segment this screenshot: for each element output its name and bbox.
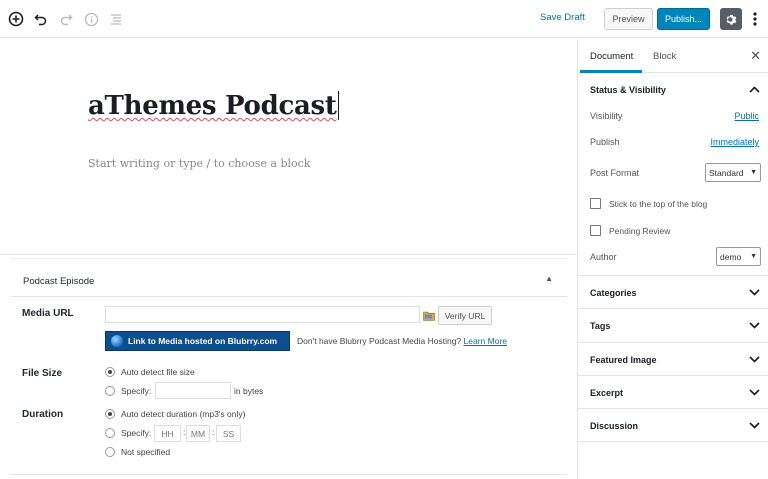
featured-image-panel[interactable]: Featured Image [578, 342, 768, 376]
duration-minutes-input[interactable]: MM [186, 425, 210, 442]
post-format-select[interactable]: Standard ▼ [705, 163, 761, 182]
duration-auto-label: Auto detect duration (mp3's only) [121, 409, 246, 419]
categories-title: Categories [590, 288, 637, 298]
text-caret [337, 91, 339, 120]
sidebar-tabs: Document Block ✕ [578, 39, 768, 73]
redo-icon[interactable] [56, 9, 76, 29]
divider [10, 474, 567, 475]
duration-seconds-input[interactable]: SS [216, 425, 241, 442]
file-size-auto-radio[interactable] [105, 367, 115, 377]
post-format-label: Post Format [590, 168, 640, 178]
post-title-text: aThemes Podcast [88, 91, 337, 121]
divider [0, 254, 577, 255]
chevron-down-icon [749, 389, 760, 396]
status-visibility-panel-header[interactable]: Status & Visibility [590, 85, 760, 95]
post-title[interactable]: aThemes Podcast [88, 91, 339, 121]
undo-icon[interactable] [31, 9, 51, 29]
pending-review-label: Pending Review [609, 226, 671, 236]
visibility-label: Visibility [590, 111, 623, 121]
pending-review-checkbox[interactable] [590, 225, 601, 236]
settings-sidebar: Document Block ✕ Status & Visibility Vis… [577, 39, 768, 479]
excerpt-title: Excerpt [590, 388, 624, 398]
verify-url-button[interactable]: Verify URL [438, 306, 492, 325]
duration-label: Duration [22, 409, 64, 420]
metabox-header[interactable]: Podcast Episode ▲ [10, 259, 567, 297]
chevron-down-icon [749, 422, 760, 429]
chevron-down-icon [749, 322, 760, 329]
settings-button[interactable] [720, 8, 742, 30]
add-block-icon[interactable] [6, 9, 26, 29]
folder-icon[interactable] [423, 308, 435, 326]
media-url-input[interactable] [105, 306, 420, 323]
gear-icon [726, 14, 736, 25]
chevron-up-icon [749, 86, 760, 93]
author-select[interactable]: demo ▼ [716, 247, 761, 266]
metabox-title: Podcast Episode [23, 276, 95, 287]
block-placeholder[interactable]: Start writing or type / to choose a bloc… [88, 157, 310, 170]
publish-label: Publish [590, 137, 620, 147]
sticky-label: Stick to the top of the blog [609, 199, 708, 209]
more-options-button[interactable] [750, 10, 760, 28]
dropdown-arrow-icon: ▼ [750, 169, 757, 176]
duration-not-specified-label: Not specified [121, 447, 171, 457]
active-tab-indicator [580, 70, 642, 73]
discussion-title: Discussion [590, 421, 639, 431]
file-size-input[interactable] [155, 382, 231, 399]
blubrry-logo-icon [111, 335, 123, 347]
file-size-label: File Size [22, 368, 63, 379]
sticky-checkbox[interactable] [590, 198, 601, 209]
author-value: demo [720, 251, 742, 262]
excerpt-panel[interactable]: Excerpt [578, 375, 768, 409]
tab-document[interactable]: Document [590, 51, 633, 62]
learn-more-link[interactable]: Learn More [464, 336, 507, 346]
blubrry-link-label: Link to Media hosted on Blubrry.com [128, 336, 278, 346]
duration-specify-radio[interactable] [105, 428, 115, 438]
status-visibility-title: Status & Visibility [590, 85, 666, 95]
dropdown-arrow-icon: ▼ [750, 253, 757, 260]
duration-not-specified-radio[interactable] [105, 447, 115, 457]
duration-hours-input[interactable]: HH [154, 425, 181, 442]
file-size-units: in bytes [234, 386, 264, 396]
editor-header: Save Draft Preview Publish... [0, 0, 768, 38]
duration-auto-radio[interactable] [105, 409, 115, 419]
post-format-value: Standard [709, 167, 744, 178]
outline-icon[interactable] [106, 9, 126, 29]
publish-date-toggle[interactable]: Immediately [710, 137, 759, 147]
chevron-down-icon [749, 356, 760, 363]
file-size-specify-label: Specify: [121, 386, 152, 396]
author-label: Author [590, 252, 617, 262]
blubrry-note-text: Don't have Blubrry Podcast Media Hosting… [297, 336, 462, 346]
file-size-auto-label: Auto detect file size [121, 367, 195, 377]
info-icon[interactable] [81, 9, 101, 29]
discussion-panel[interactable]: Discussion [578, 408, 768, 442]
duration-specify-label: Specify: [121, 428, 152, 438]
close-icon[interactable]: ✕ [750, 48, 761, 64]
publish-button[interactable]: Publish... [657, 8, 710, 30]
categories-panel[interactable]: Categories [578, 275, 768, 309]
blubrry-link-button[interactable]: Link to Media hosted on Blubrry.com [105, 331, 290, 351]
tags-panel[interactable]: Tags [578, 308, 768, 342]
featured-image-title: Featured Image [590, 355, 657, 365]
save-draft-button[interactable]: Save Draft [540, 12, 585, 23]
time-separator: : [212, 427, 215, 437]
blubrry-hosting-note: Don't have Blubrry Podcast Media Hosting… [297, 336, 507, 346]
collapse-arrow-icon[interactable]: ▲ [545, 274, 553, 283]
podcast-episode-metabox: Podcast Episode ▲ Media URL Verify URL L… [10, 258, 567, 474]
more-vertical-icon [753, 12, 757, 26]
tab-block[interactable]: Block [653, 51, 676, 62]
chevron-down-icon [749, 289, 760, 296]
file-size-specify-radio[interactable] [105, 386, 115, 396]
visibility-toggle[interactable]: Public [734, 111, 759, 121]
tags-title: Tags [590, 321, 611, 331]
media-url-label: Media URL [22, 308, 74, 319]
preview-button[interactable]: Preview [604, 8, 653, 30]
